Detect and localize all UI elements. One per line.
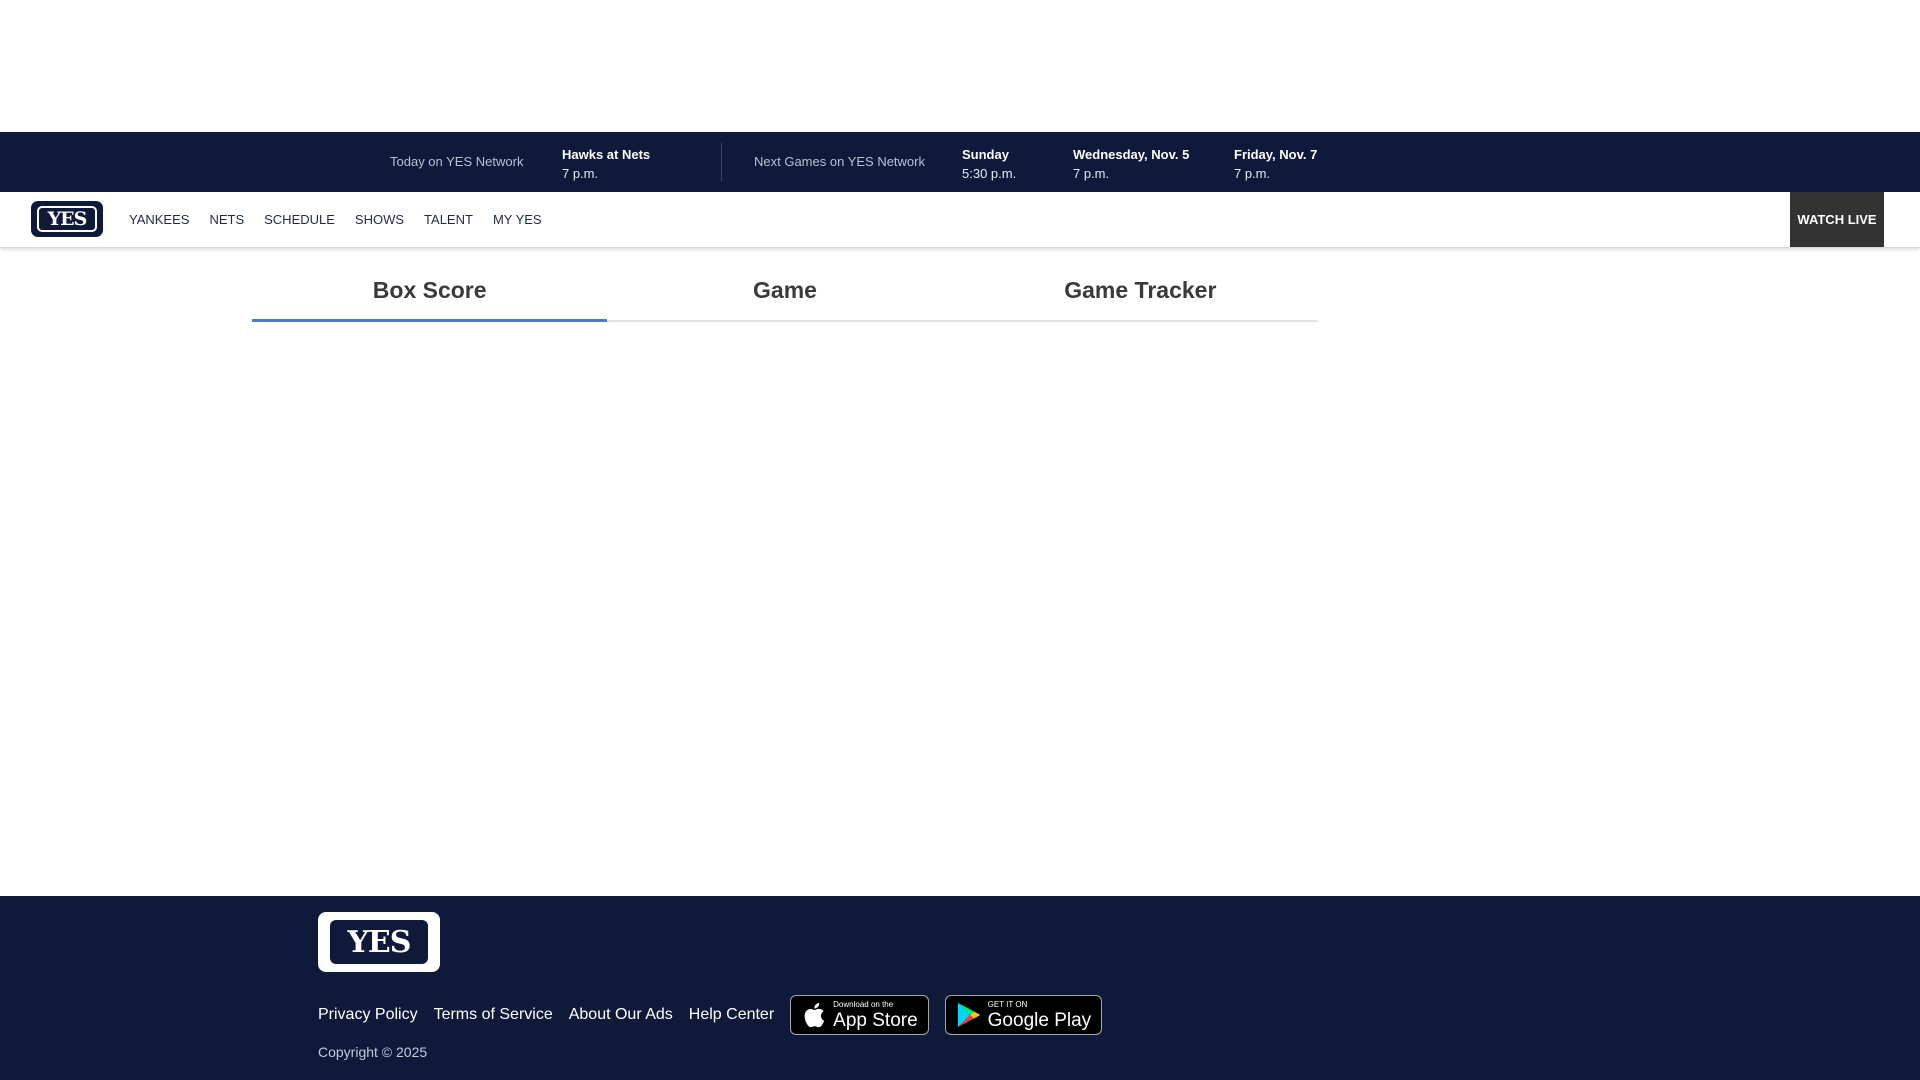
nav-item-schedule[interactable]: SCHEDULE [264, 212, 335, 227]
tab-game-tracker[interactable]: Game Tracker [963, 272, 1318, 320]
next-games-label: Next Games on YES Network [754, 154, 925, 169]
main-nav: YES YANKEES NETS SCHEDULE SHOWS TALENT M… [0, 192, 1920, 248]
next-game-time: 7 p.m. [1073, 166, 1110, 181]
next-game-3[interactable]: Friday, Nov. 7 7 p.m. [1234, 145, 1317, 183]
site-footer: YES Privacy Policy Terms of Service Abou… [0, 896, 1920, 1080]
nav-item-talent[interactable]: TALENT [424, 212, 473, 227]
ad-space [0, 0, 1920, 132]
nav-item-my-yes[interactable]: MY YES [493, 212, 542, 227]
today-label: Today on YES Network [390, 154, 524, 169]
footer-logo-text: YES [330, 920, 428, 964]
next-game-time: 5:30 p.m. [962, 166, 1017, 181]
google-play-big-text: Google Play [987, 1009, 1092, 1031]
app-store-badge[interactable]: Download on the App Store [790, 995, 929, 1035]
footer-links: Privacy Policy Terms of Service About Ou… [318, 994, 1118, 1036]
tab-box-score[interactable]: Box Score [252, 272, 608, 322]
yes-logo[interactable]: YES [31, 201, 103, 237]
today-game-title: Hawks at Nets [562, 147, 651, 162]
copyright-text: Copyright © 2025 [318, 1044, 428, 1060]
next-game-day: Friday, Nov. 7 [1234, 147, 1318, 162]
nav-item-shows[interactable]: SHOWS [355, 212, 404, 227]
next-game-1[interactable]: Sunday 5:30 p.m. [962, 145, 1016, 183]
tab-game[interactable]: Game [607, 272, 962, 320]
app-store-text: Download on the App Store [833, 999, 918, 1031]
about-our-ads-link[interactable]: About Our Ads [569, 1006, 673, 1024]
terms-of-service-link[interactable]: Terms of Service [434, 1006, 553, 1024]
privacy-policy-link[interactable]: Privacy Policy [318, 1006, 418, 1024]
footer-yes-logo[interactable]: YES [318, 912, 440, 972]
today-game[interactable]: Hawks at Nets 7 p.m. [562, 145, 650, 183]
google-play-icon [956, 1002, 982, 1028]
nav-menu: YANKEES NETS SCHEDULE SHOWS TALENT MY YE… [129, 192, 562, 247]
schedule-ticker: Today on YES Network Hawks at Nets 7 p.m… [0, 132, 1920, 192]
next-game-day: Sunday [962, 147, 1009, 162]
today-game-time: 7 p.m. [562, 166, 599, 181]
watch-live-button[interactable]: WATCH LIVE [1790, 192, 1884, 247]
next-game-day: Wednesday, Nov. 5 [1073, 147, 1190, 162]
google-play-small-text: GET IT ON [987, 999, 1028, 1009]
help-center-link[interactable]: Help Center [689, 1006, 774, 1024]
next-game-2[interactable]: Wednesday, Nov. 5 7 p.m. [1073, 145, 1189, 183]
google-play-badge[interactable]: GET IT ON Google Play [944, 995, 1103, 1035]
game-tabs: Box Score Game Game Tracker [252, 272, 1318, 322]
ticker-divider [721, 143, 722, 181]
app-store-big-text: App Store [833, 1009, 918, 1031]
app-store-small-text: Download on the [833, 999, 894, 1009]
apple-icon [801, 1002, 827, 1028]
next-game-time: 7 p.m. [1234, 166, 1271, 181]
yes-logo-text: YES [37, 206, 97, 232]
nav-item-nets[interactable]: NETS [209, 212, 244, 227]
nav-item-yankees[interactable]: YANKEES [129, 212, 189, 227]
google-play-text: GET IT ON Google Play [987, 999, 1092, 1031]
